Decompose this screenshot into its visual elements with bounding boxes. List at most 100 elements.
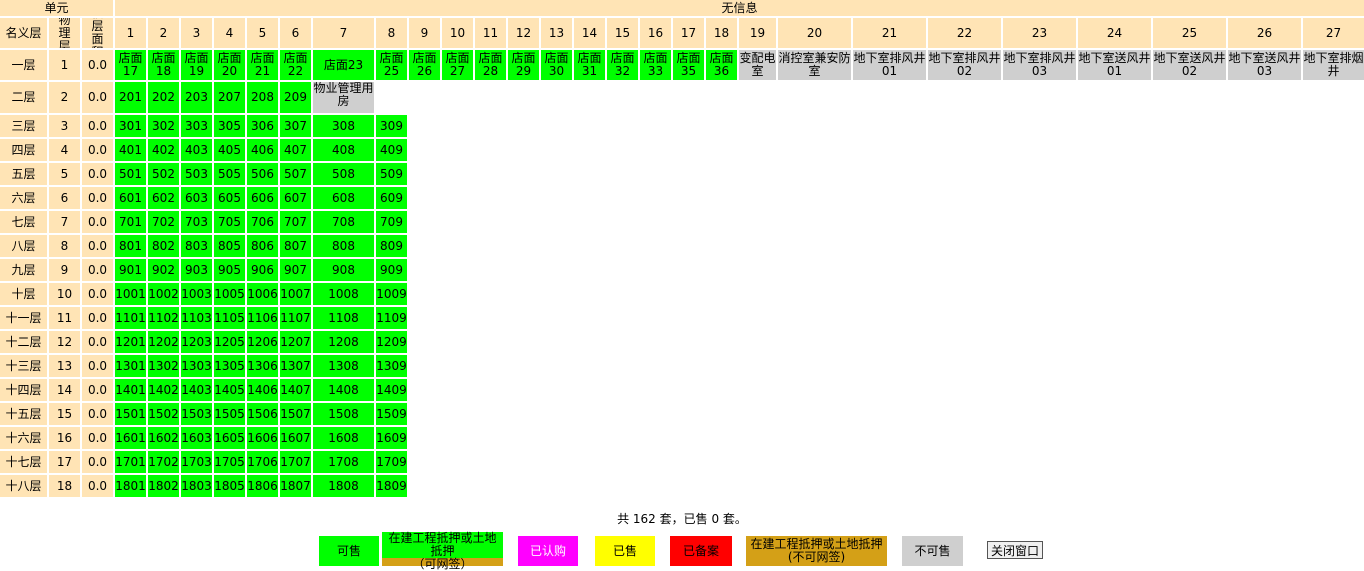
unit-cell[interactable]: 405 [214, 139, 245, 161]
unit-cell[interactable]: 1606 [247, 427, 278, 449]
unit-cell[interactable]: 1706 [247, 451, 278, 473]
unit-cell[interactable]: 地下室排风井02 [928, 50, 1001, 80]
unit-cell[interactable]: 1602 [148, 427, 179, 449]
unit-cell[interactable]: 1105 [214, 307, 245, 329]
unit-cell[interactable]: 1007 [280, 283, 311, 305]
unit-cell[interactable]: 地下室排风井01 [853, 50, 926, 80]
unit-cell[interactable]: 705 [214, 211, 245, 233]
unit-cell[interactable]: 1403 [181, 379, 212, 401]
unit-cell[interactable]: 802 [148, 235, 179, 257]
unit-cell[interactable]: 509 [376, 163, 407, 185]
unit-cell[interactable]: 803 [181, 235, 212, 257]
unit-cell[interactable]: 1001 [115, 283, 146, 305]
unit-cell[interactable]: 1009 [376, 283, 407, 305]
unit-cell[interactable]: 709 [376, 211, 407, 233]
unit-cell[interactable]: 1301 [115, 355, 146, 377]
unit-cell[interactable]: 1402 [148, 379, 179, 401]
unit-cell[interactable]: 305 [214, 115, 245, 137]
unit-cell[interactable]: 1305 [214, 355, 245, 377]
unit-cell[interactable]: 901 [115, 259, 146, 281]
unit-cell[interactable]: 608 [313, 187, 374, 209]
unit-cell[interactable]: 1308 [313, 355, 374, 377]
unit-cell[interactable]: 1702 [148, 451, 179, 473]
unit-cell[interactable]: 1809 [376, 475, 407, 497]
unit-cell[interactable]: 1209 [376, 331, 407, 353]
unit-cell[interactable]: 1802 [148, 475, 179, 497]
unit-cell[interactable]: 909 [376, 259, 407, 281]
unit-cell[interactable]: 1806 [247, 475, 278, 497]
unit-cell[interactable]: 物业管理用房 [313, 82, 374, 113]
unit-cell[interactable]: 店面32 [607, 50, 638, 80]
unit-cell[interactable]: 605 [214, 187, 245, 209]
unit-cell[interactable]: 908 [313, 259, 374, 281]
unit-cell[interactable]: 203 [181, 82, 212, 113]
unit-cell[interactable]: 506 [247, 163, 278, 185]
unit-cell[interactable]: 1808 [313, 475, 374, 497]
unit-cell[interactable]: 801 [115, 235, 146, 257]
unit-cell[interactable]: 703 [181, 211, 212, 233]
unit-cell[interactable]: 606 [247, 187, 278, 209]
unit-cell[interactable]: 店面19 [181, 50, 212, 80]
unit-cell[interactable]: 1109 [376, 307, 407, 329]
unit-cell[interactable]: 1506 [247, 403, 278, 425]
unit-cell[interactable]: 1803 [181, 475, 212, 497]
unit-cell[interactable]: 502 [148, 163, 179, 185]
unit-cell[interactable]: 店面30 [541, 50, 572, 80]
unit-cell[interactable]: 地下室送风井01 [1078, 50, 1151, 80]
unit-cell[interactable]: 店面23 [313, 50, 374, 80]
unit-cell[interactable]: 1507 [280, 403, 311, 425]
unit-cell[interactable]: 店面26 [409, 50, 440, 80]
unit-cell[interactable]: 1102 [148, 307, 179, 329]
unit-cell[interactable]: 1003 [181, 283, 212, 305]
unit-cell[interactable]: 1208 [313, 331, 374, 353]
unit-cell[interactable]: 308 [313, 115, 374, 137]
unit-cell[interactable]: 消控室兼安防室 [778, 50, 851, 80]
unit-cell[interactable]: 1608 [313, 427, 374, 449]
unit-cell[interactable]: 1807 [280, 475, 311, 497]
unit-cell[interactable]: 店面29 [508, 50, 539, 80]
unit-cell[interactable]: 1008 [313, 283, 374, 305]
unit-cell[interactable]: 1805 [214, 475, 245, 497]
unit-cell[interactable]: 1307 [280, 355, 311, 377]
unit-cell[interactable]: 店面27 [442, 50, 473, 80]
close-window-button[interactable]: 关闭窗口 [987, 541, 1043, 559]
unit-cell[interactable]: 店面28 [475, 50, 506, 80]
unit-cell[interactable]: 店面31 [574, 50, 605, 80]
unit-cell[interactable]: 706 [247, 211, 278, 233]
unit-cell[interactable]: 508 [313, 163, 374, 185]
unit-cell[interactable]: 702 [148, 211, 179, 233]
unit-cell[interactable]: 301 [115, 115, 146, 137]
unit-cell[interactable]: 906 [247, 259, 278, 281]
unit-cell[interactable]: 地下室送风井03 [1228, 50, 1301, 80]
unit-cell[interactable]: 807 [280, 235, 311, 257]
unit-cell[interactable]: 409 [376, 139, 407, 161]
unit-cell[interactable]: 902 [148, 259, 179, 281]
unit-cell[interactable]: 406 [247, 139, 278, 161]
unit-cell[interactable]: 店面35 [673, 50, 704, 80]
unit-cell[interactable]: 地下室排烟井 [1303, 50, 1364, 80]
unit-cell[interactable]: 1509 [376, 403, 407, 425]
unit-cell[interactable]: 1201 [115, 331, 146, 353]
unit-cell[interactable]: 变配电室 [739, 50, 776, 80]
unit-cell[interactable]: 1607 [280, 427, 311, 449]
unit-cell[interactable]: 805 [214, 235, 245, 257]
unit-cell[interactable]: 1707 [280, 451, 311, 473]
unit-cell[interactable]: 店面21 [247, 50, 278, 80]
unit-cell[interactable]: 1601 [115, 427, 146, 449]
unit-cell[interactable]: 403 [181, 139, 212, 161]
unit-cell[interactable]: 1202 [148, 331, 179, 353]
unit-cell[interactable]: 408 [313, 139, 374, 161]
unit-cell[interactable]: 1609 [376, 427, 407, 449]
unit-cell[interactable]: 1206 [247, 331, 278, 353]
unit-cell[interactable]: 1205 [214, 331, 245, 353]
unit-cell[interactable]: 1005 [214, 283, 245, 305]
unit-cell[interactable]: 609 [376, 187, 407, 209]
unit-cell[interactable]: 905 [214, 259, 245, 281]
unit-cell[interactable]: 701 [115, 211, 146, 233]
unit-cell[interactable]: 1603 [181, 427, 212, 449]
unit-cell[interactable]: 507 [280, 163, 311, 185]
unit-cell[interactable]: 1101 [115, 307, 146, 329]
unit-cell[interactable]: 707 [280, 211, 311, 233]
unit-cell[interactable]: 201 [115, 82, 146, 113]
unit-cell[interactable]: 1302 [148, 355, 179, 377]
